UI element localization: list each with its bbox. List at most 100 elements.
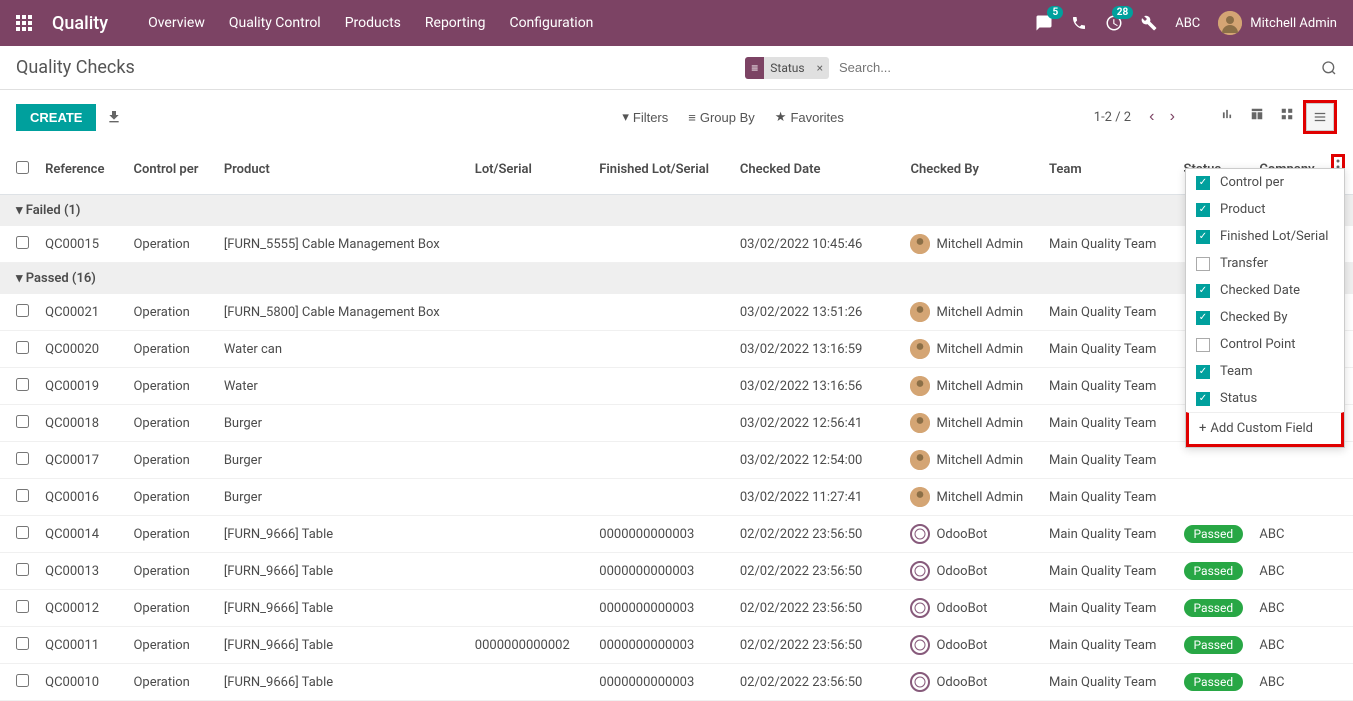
col-control-per[interactable]: Control per bbox=[125, 144, 215, 195]
column-toggle-item[interactable]: ✓Checked Date bbox=[1186, 277, 1344, 304]
table-row[interactable]: QC00013Operation[FURN_9666] Table0000000… bbox=[0, 553, 1353, 590]
row-checkbox[interactable] bbox=[16, 378, 29, 391]
quality-checks-table: Reference Control per Product Lot/Serial… bbox=[0, 144, 1353, 701]
nav-reporting[interactable]: Reporting bbox=[425, 15, 486, 31]
row-checkbox[interactable] bbox=[16, 452, 29, 465]
cell-checked-date: 02/02/2022 23:56:50 bbox=[732, 590, 903, 627]
cell-product: Burger bbox=[216, 442, 467, 479]
view-pivot-button[interactable] bbox=[1243, 100, 1271, 128]
row-checkbox[interactable] bbox=[16, 526, 29, 539]
search-icon[interactable] bbox=[1321, 60, 1337, 76]
view-list-button[interactable] bbox=[1306, 103, 1334, 131]
nav-products[interactable]: Products bbox=[345, 15, 401, 31]
checkbox-icon bbox=[1196, 338, 1210, 352]
row-checkbox[interactable] bbox=[16, 600, 29, 613]
nav-configuration[interactable]: Configuration bbox=[509, 15, 593, 31]
filters-button[interactable]: ▾Filters bbox=[622, 109, 668, 125]
col-checked-date[interactable]: Checked Date bbox=[732, 144, 903, 195]
search-bar: Quality Checks ≡ Status × bbox=[0, 46, 1353, 90]
column-toggle-item[interactable]: ✓Status bbox=[1186, 385, 1344, 412]
column-toggle-label: Team bbox=[1220, 364, 1253, 379]
row-checkbox[interactable] bbox=[16, 637, 29, 650]
filter-tag-status[interactable]: ≡ Status × bbox=[745, 57, 829, 79]
row-checkbox[interactable] bbox=[16, 304, 29, 317]
column-toggle-item[interactable]: ✓Finished Lot/Serial bbox=[1186, 223, 1344, 250]
create-button[interactable]: CREATE bbox=[16, 104, 96, 131]
group-row[interactable]: ▾ Passed (16) bbox=[0, 263, 1353, 295]
cell-checked-date: 03/02/2022 13:16:56 bbox=[732, 368, 903, 405]
export-icon[interactable] bbox=[106, 109, 122, 125]
company-switcher[interactable]: ABC bbox=[1175, 16, 1200, 31]
group-label: Failed (1) bbox=[26, 203, 81, 218]
cell-control-per: Operation bbox=[125, 590, 215, 627]
messages-icon[interactable]: 5 bbox=[1035, 14, 1053, 32]
table-row[interactable]: QC00011Operation[FURN_9666] Table0000000… bbox=[0, 627, 1353, 664]
col-reference[interactable]: Reference bbox=[37, 144, 125, 195]
row-checkbox[interactable] bbox=[16, 341, 29, 354]
main-navbar: Quality Overview Quality Control Product… bbox=[0, 0, 1353, 46]
apps-icon[interactable] bbox=[16, 15, 32, 31]
col-team[interactable]: Team bbox=[1041, 144, 1176, 195]
cell-product: Water bbox=[216, 368, 467, 405]
group-row[interactable]: ▾ Failed (1) bbox=[0, 195, 1353, 227]
column-toggle-item[interactable]: ✓Team bbox=[1186, 358, 1344, 385]
table-row[interactable]: QC00012Operation[FURN_9666] Table0000000… bbox=[0, 590, 1353, 627]
nav-overview[interactable]: Overview bbox=[148, 15, 205, 31]
phone-icon[interactable] bbox=[1071, 15, 1087, 31]
search-input[interactable] bbox=[835, 56, 1315, 79]
pager-text[interactable]: 1-2 / 2 bbox=[1094, 110, 1131, 125]
row-checkbox[interactable] bbox=[16, 236, 29, 249]
user-avatar-icon bbox=[910, 413, 930, 433]
row-checkbox[interactable] bbox=[16, 563, 29, 576]
view-chart-button[interactable] bbox=[1213, 100, 1241, 128]
table-row[interactable]: QC00014Operation[FURN_9666] Table0000000… bbox=[0, 516, 1353, 553]
view-kanban-button[interactable] bbox=[1273, 100, 1301, 128]
cell-lot bbox=[467, 553, 591, 590]
table-row[interactable]: QC00016OperationBurger03/02/2022 11:27:4… bbox=[0, 479, 1353, 516]
favorites-button[interactable]: ★Favorites bbox=[775, 109, 844, 125]
nav-quality-control[interactable]: Quality Control bbox=[229, 15, 321, 31]
app-brand[interactable]: Quality bbox=[52, 13, 108, 34]
group-icon: ≡ bbox=[688, 110, 696, 125]
table-row[interactable]: QC00019OperationWater03/02/2022 13:16:56… bbox=[0, 368, 1353, 405]
row-checkbox[interactable] bbox=[16, 415, 29, 428]
cell-product: Burger bbox=[216, 479, 467, 516]
table-row[interactable]: QC00020OperationWater can03/02/2022 13:1… bbox=[0, 331, 1353, 368]
debug-icon[interactable] bbox=[1141, 15, 1157, 31]
table-row[interactable]: QC00010Operation[FURN_9666] Table0000000… bbox=[0, 664, 1353, 701]
add-custom-field-button[interactable]: + Add Custom Field bbox=[1186, 412, 1344, 447]
checkbox-icon: ✓ bbox=[1196, 203, 1210, 217]
groupby-button[interactable]: ≡Group By bbox=[688, 109, 755, 125]
column-toggle-item[interactable]: ✓Product bbox=[1186, 196, 1344, 223]
column-toggle-item[interactable]: Control Point bbox=[1186, 331, 1344, 358]
cell-finished-lot: 0000000000003 bbox=[591, 627, 732, 664]
pager-prev-button[interactable]: ‹ bbox=[1143, 108, 1160, 126]
table-row[interactable]: QC00018OperationBurger03/02/2022 12:56:4… bbox=[0, 405, 1353, 442]
col-lot[interactable]: Lot/Serial bbox=[467, 144, 591, 195]
row-checkbox[interactable] bbox=[16, 489, 29, 502]
column-toggle-item[interactable]: ✓Control per bbox=[1186, 169, 1344, 196]
cell-lot bbox=[467, 479, 591, 516]
row-checkbox[interactable] bbox=[16, 674, 29, 687]
column-toggle-item[interactable]: ✓Checked By bbox=[1186, 304, 1344, 331]
table-row[interactable]: QC00021Operation[FURN_5800] Cable Manage… bbox=[0, 294, 1353, 331]
select-all-checkbox[interactable] bbox=[16, 161, 29, 174]
cell-checked-date: 02/02/2022 23:56:50 bbox=[732, 553, 903, 590]
close-icon[interactable]: × bbox=[811, 61, 829, 75]
cell-status: Passed bbox=[1176, 590, 1252, 627]
cell-company bbox=[1251, 479, 1322, 516]
user-menu[interactable]: Mitchell Admin bbox=[1218, 11, 1337, 35]
table-row[interactable]: QC00015Operation[FURN_5555] Cable Manage… bbox=[0, 226, 1353, 263]
checkbox-icon bbox=[1196, 257, 1210, 271]
pager-next-button[interactable]: › bbox=[1164, 108, 1181, 126]
table-row[interactable]: QC00017OperationBurger03/02/2022 12:54:0… bbox=[0, 442, 1353, 479]
col-product[interactable]: Product bbox=[216, 144, 467, 195]
col-checked-by[interactable]: Checked By bbox=[902, 144, 1041, 195]
column-toggle-item[interactable]: Transfer bbox=[1186, 250, 1344, 277]
user-avatar-icon bbox=[910, 487, 930, 507]
bot-avatar-icon bbox=[910, 672, 930, 692]
activities-icon[interactable]: 28 bbox=[1105, 14, 1123, 32]
cell-team: Main Quality Team bbox=[1041, 479, 1176, 516]
col-finished-lot[interactable]: Finished Lot/Serial bbox=[591, 144, 732, 195]
checkbox-icon: ✓ bbox=[1196, 311, 1210, 325]
